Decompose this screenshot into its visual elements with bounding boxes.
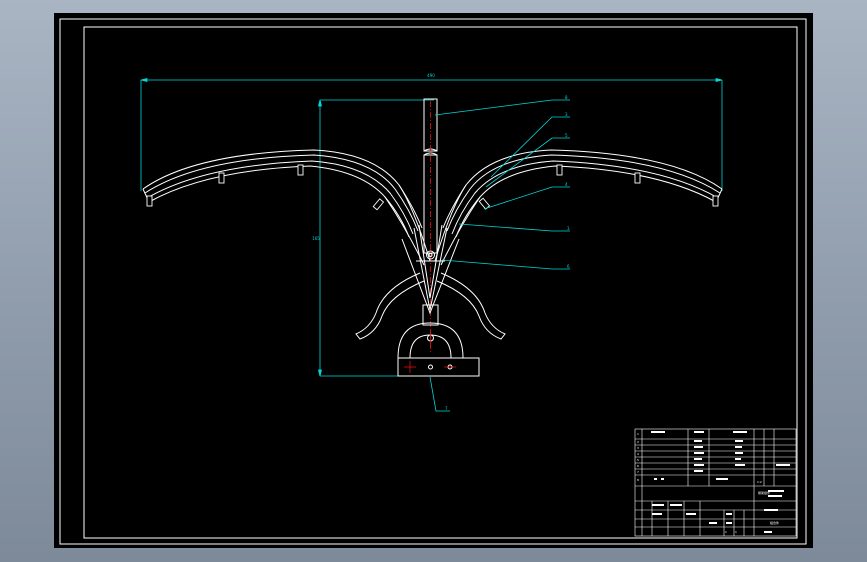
leader-labels: 8 3 5 4 3 6 7 [445, 95, 570, 411]
right-brush-arm [434, 149, 723, 266]
leader-label-5: 3 [567, 226, 570, 231]
height-value: 165 [312, 236, 320, 241]
title-block-hatching [651, 431, 790, 533]
tb-sheets: 1 [735, 530, 737, 534]
tb-sheet: 1 [725, 530, 727, 534]
leader-label-6: 6 [567, 264, 570, 269]
leader-label-7: 7 [445, 406, 448, 411]
leader-label-3: 5 [565, 133, 568, 138]
height-dimension [317, 99, 434, 377]
left-brush-arm [142, 149, 431, 266]
tb-designation: 刷架组件 [758, 491, 771, 495]
overall-width-value: 490 [427, 73, 435, 78]
tb-row-7: 7 [637, 470, 639, 474]
tb-row-2: 2 [637, 440, 639, 444]
tb-row-4: 4 [637, 452, 639, 456]
tb-row-6: 6 [637, 464, 639, 468]
cad-drawing: 490 165 8 3 5 4 3 6 7 [59, 18, 807, 545]
leader-label-2: 3 [565, 112, 568, 117]
tb-row-1: 1 [637, 432, 639, 436]
leader-lines [429, 99, 570, 412]
brush-nozzles [146, 164, 719, 211]
tb-row-8: 8 [637, 478, 639, 482]
cad-viewport[interactable]: 490 165 8 3 5 4 3 6 7 1 2 3 4 5 6 7 8 刷架… [54, 13, 813, 548]
leader-label-4: 4 [565, 182, 568, 187]
tb-row-3: 3 [637, 446, 639, 450]
tb-scale: 1:2 [757, 480, 762, 484]
tb-row-5: 5 [637, 458, 639, 462]
title-block [634, 428, 797, 537]
tb-drawing-no: 组合件 [770, 521, 780, 525]
leader-label-1: 8 [565, 95, 568, 100]
